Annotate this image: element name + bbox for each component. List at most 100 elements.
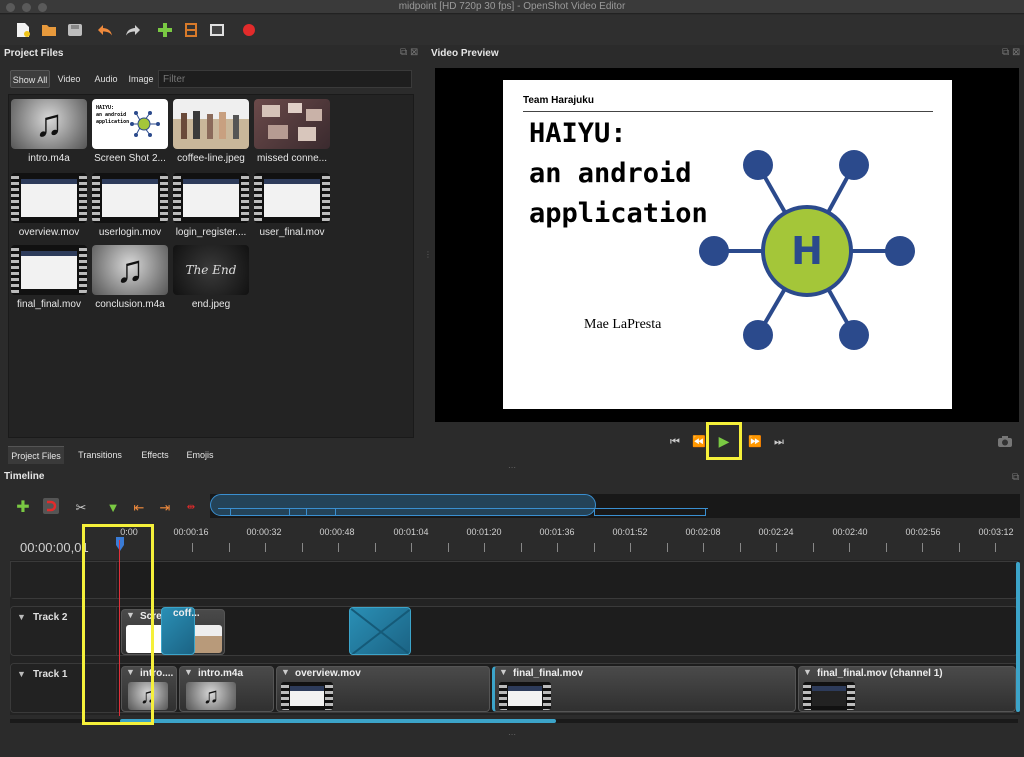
track-menu-icon[interactable]: ▼ bbox=[17, 612, 26, 622]
file-item-coffee-line[interactable]: coffee-line.jpeg bbox=[171, 97, 251, 169]
splitter-handle[interactable]: ⋯ bbox=[508, 730, 516, 739]
clip-menu-icon[interactable]: ▼ bbox=[803, 667, 812, 677]
tab-effects[interactable]: Effects bbox=[134, 446, 176, 464]
undo-icon[interactable] bbox=[96, 21, 114, 39]
tab-project-files[interactable]: Project Files bbox=[8, 446, 64, 464]
ruler-label: 00:03:12 bbox=[978, 527, 1014, 537]
video-thumbnail bbox=[11, 173, 87, 223]
import-files-icon[interactable] bbox=[156, 21, 174, 39]
video-thumbnail bbox=[11, 245, 87, 295]
filter-audio[interactable]: Audio bbox=[88, 70, 124, 88]
tab-transitions[interactable]: Transitions bbox=[68, 446, 132, 464]
filter-show-all[interactable]: Show All bbox=[10, 70, 50, 88]
clip-final-final-channel-1[interactable]: ▼ final_final.mov (channel 1) bbox=[798, 666, 1016, 712]
file-label: final_final.mov bbox=[17, 299, 81, 310]
dock-float-icon[interactable]: ⧉ bbox=[400, 47, 407, 58]
snapping-icon[interactable] bbox=[42, 498, 60, 518]
slide-author: Mae LaPresta bbox=[584, 317, 662, 332]
timeline-horizontal-scrollbar[interactable] bbox=[120, 719, 556, 723]
file-label: end.jpeg bbox=[191, 299, 231, 310]
file-label: login_register.... bbox=[175, 227, 247, 238]
razor-icon[interactable]: ✂ bbox=[72, 498, 90, 518]
timeline-ruler[interactable]: 00:00:00,01 0:00 00:00:16 00:00:32 00:00… bbox=[10, 523, 1020, 559]
file-item-conclusion[interactable]: ♫ conclusion.m4a bbox=[90, 243, 170, 315]
video-thumbnail bbox=[254, 173, 330, 223]
video-thumbnail bbox=[173, 173, 249, 223]
tab-emojis[interactable]: Emojis bbox=[180, 446, 220, 464]
track-menu-icon[interactable]: ▼ bbox=[17, 669, 26, 679]
camera-icon[interactable] bbox=[997, 435, 1013, 447]
ruler-tick bbox=[557, 543, 558, 552]
left-dock-tabs: Project Files Transitions Effects Emojis bbox=[8, 446, 248, 464]
splitter-handle[interactable]: ⋮ bbox=[424, 250, 432, 264]
new-project-icon[interactable] bbox=[14, 21, 32, 39]
ruler-tick bbox=[630, 543, 631, 552]
zoom-clip-outline bbox=[230, 508, 290, 516]
jump-start-icon[interactable]: ⏮ bbox=[664, 430, 686, 454]
open-project-icon[interactable] bbox=[40, 21, 58, 39]
ruler-label: 00:00:32 bbox=[246, 527, 282, 537]
clip-menu-icon[interactable]: ▼ bbox=[281, 667, 290, 677]
ruler-tick bbox=[302, 543, 303, 552]
dock-float-icon[interactable]: ⧉ bbox=[1002, 47, 1009, 58]
ruler-tick bbox=[448, 543, 449, 552]
file-item-final-final[interactable]: final_final.mov bbox=[9, 243, 89, 315]
clip-title: coff... bbox=[173, 608, 200, 619]
dock-close-icon[interactable]: ⊠ bbox=[410, 47, 418, 58]
ruler-label: 00:02:56 bbox=[905, 527, 941, 537]
slide-title-line: application bbox=[529, 198, 708, 229]
file-item-overview[interactable]: overview.mov bbox=[9, 171, 89, 243]
clip-menu-icon[interactable]: ▼ bbox=[499, 667, 508, 677]
fast-forward-icon[interactable]: ⏩ bbox=[744, 430, 766, 454]
clip-intro[interactable]: ▼ intro.m4a ♫ bbox=[179, 666, 274, 712]
save-project-icon[interactable] bbox=[66, 21, 84, 39]
window-title: midpoint [HD 720p 30 fps] - OpenShot Vid… bbox=[398, 1, 626, 12]
add-track-icon[interactable]: ✚ bbox=[14, 498, 32, 518]
music-note-icon: ♫ bbox=[92, 245, 168, 295]
fullscreen-icon[interactable] bbox=[208, 21, 226, 39]
clip-menu-icon[interactable]: ▼ bbox=[184, 667, 193, 677]
ruler-tick bbox=[338, 543, 339, 552]
file-item-screenshot[interactable]: HAIYU: an android application Screen Shot … bbox=[90, 97, 170, 169]
export-video-icon[interactable] bbox=[240, 21, 258, 39]
center-playhead-icon[interactable]: ⇹ bbox=[182, 498, 200, 518]
video-thumbnail bbox=[803, 682, 855, 710]
file-item-missed-connection[interactable]: missed conne... bbox=[252, 97, 332, 169]
main-toolbar bbox=[0, 15, 1024, 45]
ruler-tick bbox=[959, 543, 960, 552]
file-item-end[interactable]: The End end.jpeg bbox=[171, 243, 251, 315]
zoom-clip-outline bbox=[306, 508, 336, 516]
dock-float-icon[interactable]: ⧉ bbox=[1012, 472, 1019, 483]
filter-image[interactable]: Image bbox=[124, 70, 158, 88]
video-thumbnail bbox=[281, 682, 333, 710]
file-label: missed conne... bbox=[256, 153, 328, 164]
file-item-intro[interactable]: ♫ intro.m4a bbox=[9, 97, 89, 169]
clip-overview[interactable]: ▼ overview.mov bbox=[276, 666, 490, 712]
clip-final-final[interactable]: ▼ final_final.mov bbox=[492, 666, 796, 712]
timeline-horizontal-scrollbar-track[interactable] bbox=[10, 719, 1018, 723]
redo-icon[interactable] bbox=[124, 21, 142, 39]
file-item-userlogin[interactable]: userlogin.mov bbox=[90, 171, 170, 243]
end-thumbnail: The End bbox=[173, 245, 249, 295]
timeline-vertical-scrollbar[interactable] bbox=[1016, 562, 1020, 712]
next-marker-icon[interactable]: ⇥ bbox=[156, 498, 174, 518]
ruler-tick bbox=[776, 543, 777, 552]
clip-title: final_final.mov (channel 1) bbox=[817, 668, 943, 679]
filter-video[interactable]: Video bbox=[54, 70, 84, 88]
transition-block[interactable] bbox=[349, 607, 411, 655]
filter-input[interactable] bbox=[158, 70, 412, 88]
splitter-handle[interactable]: ⋯ bbox=[508, 463, 516, 472]
file-label: user_final.mov bbox=[259, 227, 325, 238]
track-2: ▼ Track 2 ▼ Scre... coff... bbox=[10, 606, 1018, 656]
file-item-login-register[interactable]: login_register.... bbox=[171, 171, 251, 243]
svg-text:HAIYU:: HAIYU: bbox=[96, 105, 114, 111]
timeline-zoom-bar[interactable] bbox=[210, 494, 1020, 518]
ruler-label: 00:01:04 bbox=[393, 527, 429, 537]
choose-profile-icon[interactable] bbox=[182, 21, 200, 39]
add-marker-icon[interactable]: ▼ bbox=[104, 498, 122, 518]
jump-end-icon[interactable]: ⏭ bbox=[768, 430, 790, 454]
previous-marker-icon[interactable]: ⇤ bbox=[130, 498, 148, 518]
dock-close-icon[interactable]: ⊠ bbox=[1012, 47, 1020, 58]
file-item-user-final[interactable]: user_final.mov bbox=[252, 171, 332, 243]
play-button[interactable]: ▶ bbox=[706, 422, 742, 460]
